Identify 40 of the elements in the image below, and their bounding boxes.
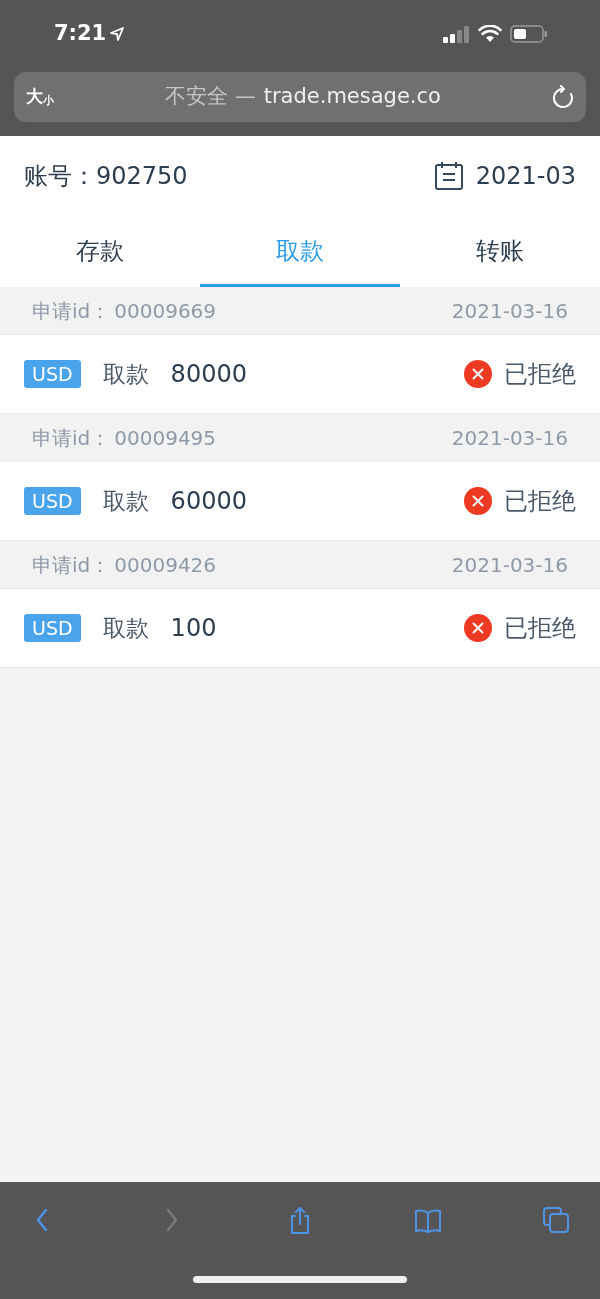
reject-icon [464, 487, 492, 515]
reject-icon [464, 614, 492, 642]
book-icon[interactable] [414, 1206, 442, 1234]
amount: 60000 [170, 486, 247, 517]
request-id: 00009495 [114, 424, 217, 452]
location-arrow-icon [110, 27, 125, 41]
currency-tag: USD [24, 614, 81, 642]
status-text: 已拒绝 [504, 613, 576, 644]
battery-icon [510, 25, 548, 43]
tab[interactable]: 存款 [0, 215, 200, 287]
calendar-icon [433, 160, 464, 191]
request-date: 2021-03-16 [451, 297, 568, 325]
wifi-icon [478, 25, 502, 43]
tab[interactable]: 转账 [400, 215, 600, 287]
clock-time: 7:21 [54, 20, 107, 48]
request-id: 00009669 [114, 297, 217, 325]
url-text: trade.mesage.co [263, 83, 441, 111]
request-id-label: 申请id： [32, 551, 111, 579]
account-number: 902750 [96, 160, 188, 192]
reject-icon [464, 360, 492, 388]
status-text: 已拒绝 [504, 359, 576, 390]
transaction-type: 取款 [102, 359, 149, 389]
request-id-label: 申请id： [32, 424, 111, 452]
request-date: 2021-03-16 [451, 551, 568, 579]
tabs-icon[interactable] [542, 1206, 570, 1234]
reload-icon[interactable] [552, 85, 574, 109]
request-id: 00009426 [114, 551, 217, 579]
request-date: 2021-03-16 [451, 424, 568, 452]
amount: 100 [170, 613, 217, 644]
month-picker[interactable]: 2021-03 [433, 157, 576, 194]
currency-tag: USD [24, 487, 81, 515]
account-label: 账号： [24, 160, 96, 192]
security-label: 不安全 — [165, 83, 256, 111]
transaction-type: 取款 [102, 486, 149, 516]
transaction-type: 取款 [102, 613, 149, 643]
request-id-label: 申请id： [32, 297, 111, 325]
signal-icon [443, 25, 470, 43]
currency-tag: USD [24, 360, 81, 388]
amount: 80000 [170, 359, 247, 390]
status-text: 已拒绝 [504, 486, 576, 517]
